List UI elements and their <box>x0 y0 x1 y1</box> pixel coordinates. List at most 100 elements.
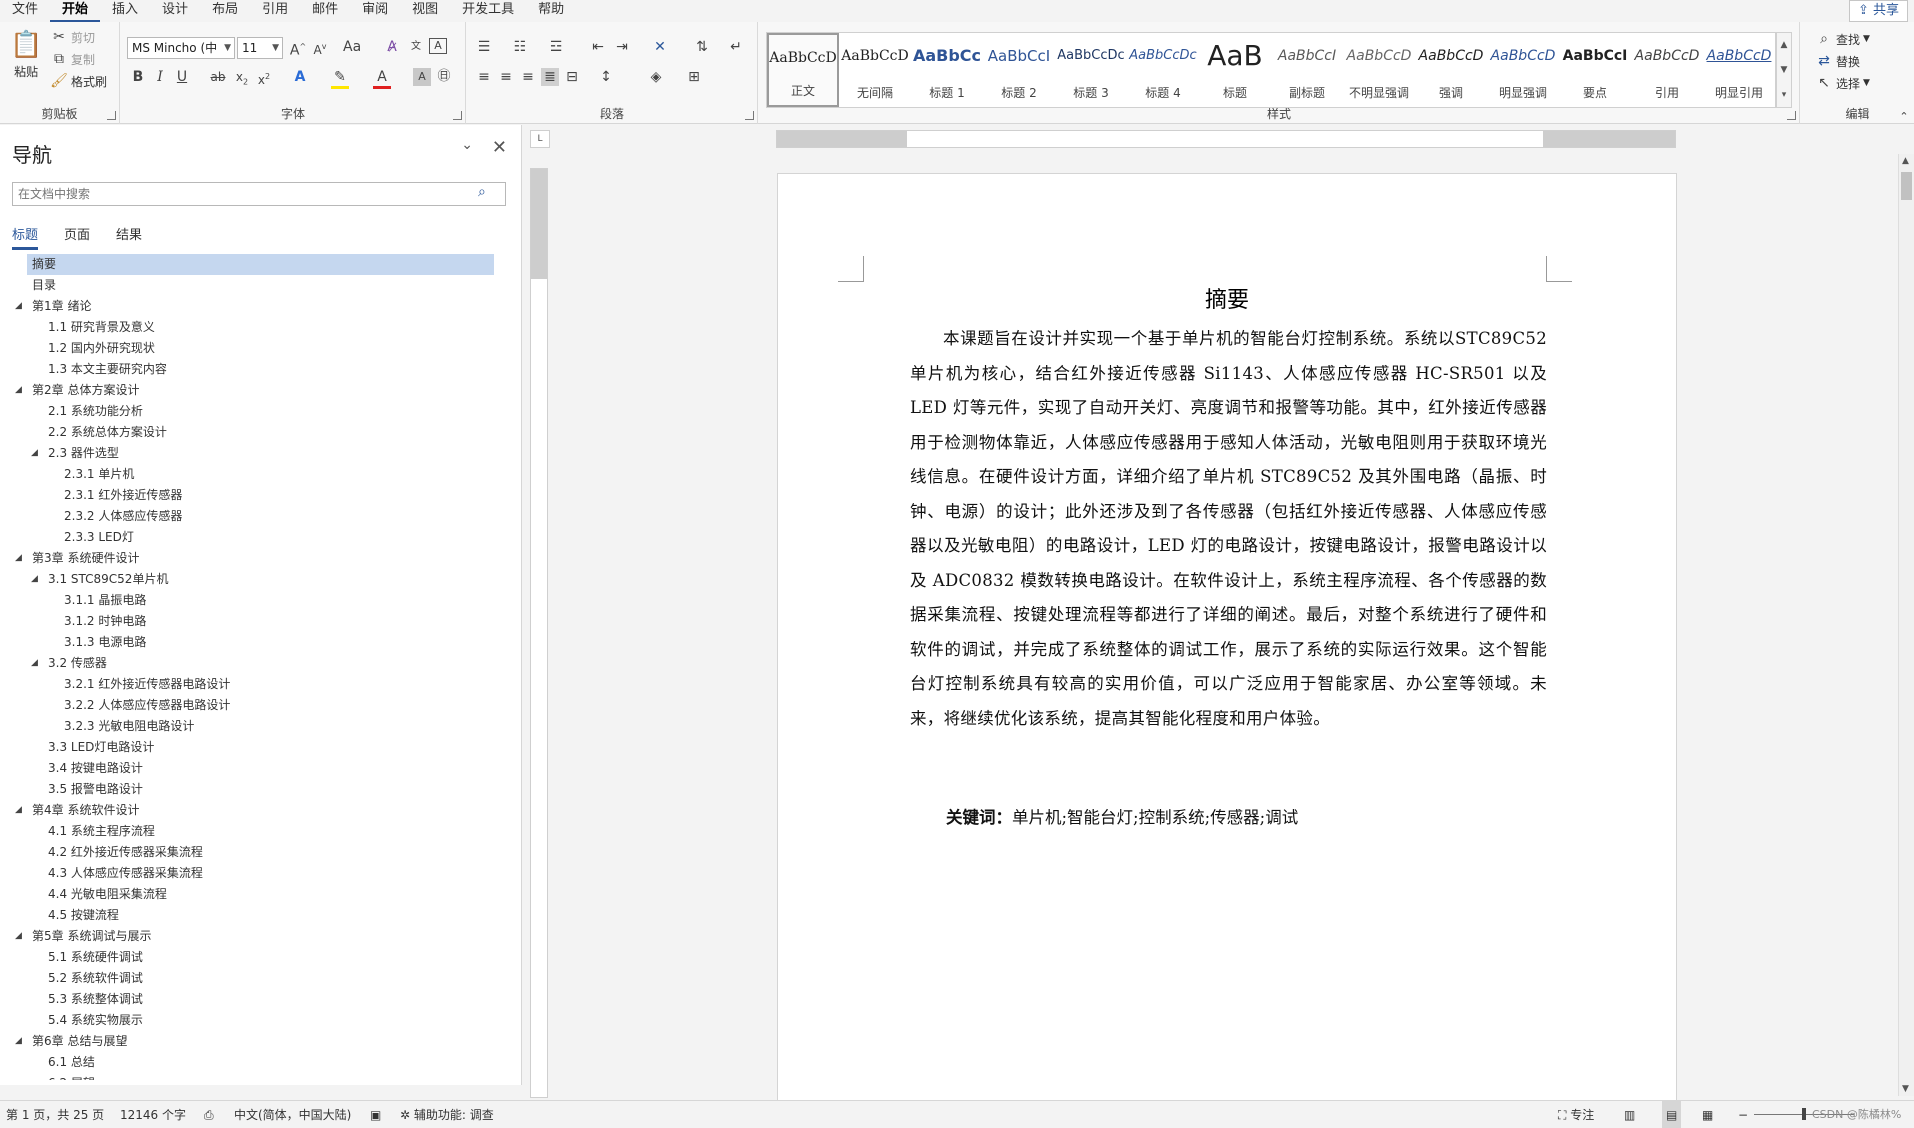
styles-launcher[interactable] <box>1787 111 1796 120</box>
nav-heading-item[interactable]: 1.3 本文主要研究内容 <box>0 359 520 380</box>
nav-heading-item[interactable]: ◢ 第2章 总体方案设计 <box>0 380 520 401</box>
collapse-caret-icon[interactable]: ◢ <box>15 1031 22 1052</box>
proofing-icon[interactable]: ⎙ <box>204 1101 214 1128</box>
borders-button[interactable]: ⊞ <box>685 68 703 86</box>
scroll-thumb[interactable] <box>1901 172 1912 200</box>
style-0[interactable]: AaBbCcD 正文 <box>767 33 839 107</box>
gallery-scroll[interactable]: ▲ ▼ ▾ <box>1776 32 1792 108</box>
superscript-button[interactable]: x2 <box>255 68 273 89</box>
distributed-button[interactable]: ⊟ <box>563 68 581 86</box>
nav-tab[interactable]: 标题 <box>12 224 39 250</box>
style-4[interactable]: AaBbCcDc 标题 3 <box>1055 33 1127 107</box>
nav-heading-item[interactable]: 3.2.1 红外接近传感器电路设计 <box>0 674 520 695</box>
font-size-combo[interactable]: 11 ▼ <box>237 37 283 59</box>
document-heading[interactable]: 摘要 <box>778 282 1676 314</box>
style-2[interactable]: AaBbCc 标题 1 <box>911 33 983 107</box>
menu-item[interactable]: 邮件 <box>300 0 350 22</box>
menu-item[interactable]: 开始 <box>50 0 101 22</box>
nav-heading-item[interactable]: 3.4 按键电路设计 <box>0 758 520 779</box>
document-keywords[interactable]: 关键词：单片机;智能台灯;控制系统;传感器;调试 <box>946 804 1298 828</box>
nav-heading-item[interactable]: 3.1.1 晶振电路 <box>0 590 520 611</box>
decrease-indent-button[interactable]: ⇤ <box>589 38 607 56</box>
nav-heading-item[interactable]: ◢ 2.3 器件选型 <box>0 443 520 464</box>
chevron-down-icon[interactable]: ▼ <box>1902 1084 1909 1094</box>
tab-selector[interactable]: L <box>530 130 550 148</box>
nav-heading-item[interactable]: 1.1 研究背景及意义 <box>0 317 520 338</box>
menu-item[interactable]: 审阅 <box>350 0 400 22</box>
nav-tab[interactable]: 结果 <box>116 224 142 250</box>
print-layout-button[interactable]: ▤ <box>1662 1101 1682 1128</box>
nav-heading-item[interactable]: 5.2 系统软件调试 <box>0 968 520 989</box>
nav-heading-item[interactable]: 3.1.2 时钟电路 <box>0 611 520 632</box>
chevron-up-icon[interactable]: ▲ <box>1781 40 1788 50</box>
format-painter-button[interactable]: 🖌 格式刷 <box>50 72 107 90</box>
collapse-caret-icon[interactable]: ◢ <box>15 926 22 947</box>
vertical-scrollbar[interactable]: ▲ ▼ <box>1898 154 1914 1096</box>
style-1[interactable]: AaBbCcD 无间隔 <box>839 33 911 107</box>
menu-item[interactable]: 插入 <box>100 0 150 22</box>
nav-heading-item[interactable]: 3.1.3 电源电路 <box>0 632 520 653</box>
cut-button[interactable]: ✂ 剪切 <box>50 28 95 46</box>
line-spacing-button[interactable]: ↕ <box>597 68 615 86</box>
nav-heading-item[interactable]: 6.2 展望 <box>0 1073 520 1080</box>
collapse-caret-icon[interactable]: ◢ <box>31 569 38 590</box>
collapse-caret-icon[interactable]: ◢ <box>15 548 22 569</box>
shrink-font-button[interactable]: Av <box>311 38 329 59</box>
menu-item[interactable]: 视图 <box>400 0 450 22</box>
nav-close-button[interactable]: ✕ <box>492 137 507 158</box>
bold-button[interactable]: B <box>129 68 147 86</box>
nav-heading-item[interactable]: 4.3 人体感应传感器采集流程 <box>0 863 520 884</box>
enclose-char-button[interactable]: ㊐ <box>435 68 453 86</box>
collapse-caret-icon[interactable]: ◢ <box>15 296 22 317</box>
vertical-ruler[interactable] <box>530 168 548 1098</box>
page-count[interactable]: 第 1 页，共 25 页 <box>6 1101 104 1128</box>
highlight-button[interactable]: ✎ <box>331 68 349 89</box>
align-center-button[interactable]: ≡ <box>497 68 515 86</box>
nav-heading-item[interactable]: 3.2.2 人体感应传感器电路设计 <box>0 695 520 716</box>
macro-icon[interactable]: ▣ <box>370 1101 381 1128</box>
change-case-button[interactable]: Aa <box>343 38 361 56</box>
nav-heading-item[interactable]: 4.2 红外接近传感器采集流程 <box>0 842 520 863</box>
copy-button[interactable]: ⧉ 复制 <box>50 50 95 68</box>
select-button[interactable]: ↖ 选择 ▼ <box>1815 74 1870 92</box>
nav-heading-item[interactable]: 5.1 系统硬件调试 <box>0 947 520 968</box>
font-name-combo[interactable]: MS Mincho (中 ▼ <box>127 37 235 59</box>
nav-heading-item[interactable]: 3.2.3 光敏电阻电路设计 <box>0 716 520 737</box>
focus-mode-button[interactable]: ⛶ 专注 <box>1558 1101 1594 1128</box>
nav-tab[interactable]: 页面 <box>64 224 90 250</box>
document-page[interactable]: 摘要 本课题旨在设计并实现一个基于单片机的智能台灯控制系统。系统以STC89C5… <box>777 173 1677 1103</box>
increase-indent-button[interactable]: ⇥ <box>613 38 631 56</box>
style-8[interactable]: AaBbCcD 不明显强调 <box>1343 33 1415 107</box>
horizontal-ruler[interactable] <box>776 130 1676 148</box>
align-right-button[interactable]: ≡ <box>519 68 537 86</box>
collapse-caret-icon[interactable]: ◢ <box>31 443 38 464</box>
menu-item[interactable]: 设计 <box>150 0 200 22</box>
replace-button[interactable]: ⇄ 替换 <box>1815 52 1860 70</box>
sort-button[interactable]: ⇅ <box>693 38 711 56</box>
nav-heading-item[interactable]: 4.4 光敏电阻采集流程 <box>0 884 520 905</box>
nav-heading-item[interactable]: 3.3 LED灯电路设计 <box>0 737 520 758</box>
nav-heading-item[interactable]: 摘要 <box>27 254 494 275</box>
nav-heading-item[interactable]: ◢ 第5章 系统调试与展示 <box>0 926 520 947</box>
nav-heading-item[interactable]: 5.3 系统整体调试 <box>0 989 520 1010</box>
style-3[interactable]: AaBbCcI 标题 2 <box>983 33 1055 107</box>
style-12[interactable]: AaBbCcD 引用 <box>1631 33 1703 107</box>
underline-button[interactable]: U <box>173 68 191 86</box>
style-6[interactable]: AaB 标题 <box>1199 33 1271 107</box>
read-mode-button[interactable]: ▥ <box>1624 1101 1635 1128</box>
share-button[interactable]: ⇪ 共享 <box>1848 0 1908 22</box>
numbering-button[interactable]: ☷ <box>511 38 529 56</box>
collapse-ribbon-button[interactable]: ⌃ <box>1895 108 1913 126</box>
nav-options-button[interactable]: ⌄ <box>461 137 473 153</box>
grow-font-button[interactable]: A^ <box>289 38 307 60</box>
justify-button[interactable]: ≣ <box>541 68 559 86</box>
nav-heading-item[interactable]: 目录 <box>0 275 520 296</box>
zoom-out-button[interactable]: − <box>1738 1101 1748 1128</box>
style-7[interactable]: AaBbCcI 副标题 <box>1271 33 1343 107</box>
search-icon[interactable]: ⌕ <box>478 184 486 200</box>
strikethrough-button[interactable]: ab <box>209 68 227 86</box>
paragraph-launcher[interactable] <box>745 111 754 120</box>
nav-heading-item[interactable]: 3.5 报警电路设计 <box>0 779 520 800</box>
collapse-caret-icon[interactable]: ◢ <box>31 653 38 674</box>
nav-heading-item[interactable]: 2.2 系统总体方案设计 <box>0 422 520 443</box>
